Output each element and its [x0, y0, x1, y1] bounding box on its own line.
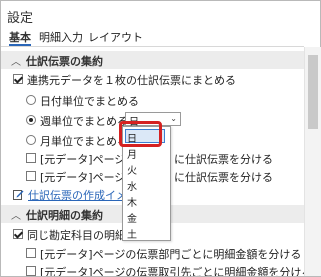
- radio-daily[interactable]: [26, 95, 36, 105]
- weekday-option-sat[interactable]: 土: [127, 226, 137, 241]
- chevron-up-icon: ︿: [11, 211, 21, 222]
- partner-checkbox[interactable]: [26, 266, 36, 276]
- radio-weekly[interactable]: [26, 115, 36, 125]
- tab-basic[interactable]: 基本: [9, 29, 31, 45]
- chevron-up-icon: ︿: [11, 57, 21, 68]
- dept-checkbox[interactable]: [26, 248, 36, 258]
- radio-daily-label: 日付単位でまとめる: [40, 95, 139, 108]
- radio-monthly-label: 月単位でまとめる: [40, 135, 128, 148]
- partner-label: [元データ]ページの伝票取引先ごとに明細金額を分ける: [40, 266, 304, 276]
- highlight-callout: [119, 121, 162, 147]
- weekday-option-tue[interactable]: 火: [127, 162, 137, 177]
- weekday-option-thu[interactable]: 木: [127, 194, 137, 209]
- weekday-option-fri[interactable]: 金: [127, 210, 137, 225]
- section-title: 仕訳明細の集約: [26, 209, 103, 222]
- split-label-2-tail: に仕訳伝票を分ける: [174, 171, 273, 184]
- split-checkbox-2[interactable]: [26, 171, 36, 181]
- split-checkbox-1[interactable]: [26, 153, 36, 163]
- merge-checkbox[interactable]: [13, 74, 23, 84]
- merge-label: 連携元データを１枚の仕訳伝票にまとめる: [27, 74, 236, 87]
- pencil-edit-icon: [13, 190, 24, 200]
- weekday-option-mon[interactable]: 月: [127, 146, 137, 161]
- radio-monthly[interactable]: [26, 135, 36, 145]
- vertical-scrollbar[interactable]: [304, 47, 321, 276]
- scrollbar-thumb[interactable]: [308, 55, 318, 129]
- same-account-checkbox[interactable]: [13, 229, 23, 239]
- window-title: 設定: [7, 11, 34, 26]
- weekday-option-wed[interactable]: 水: [127, 178, 137, 193]
- settings-window: 設定 基本 明細入力 レイアウト ︿ 仕訳伝票の集約 連携元データを１枚の仕訳伝…: [0, 0, 321, 277]
- radio-weekly-label: 週単位でまとめる: [40, 115, 128, 128]
- section-journal-aggregation-header[interactable]: ︿ 仕訳伝票の集約: [1, 51, 304, 69]
- tab-detail-input[interactable]: 明細入力: [39, 29, 83, 45]
- tab-layout[interactable]: レイアウト: [88, 29, 143, 45]
- chevron-down-icon: ⌄: [170, 114, 177, 123]
- dept-label: [元データ]ページの伝票部門ごとに明細金額を分ける: [40, 248, 302, 261]
- section-title: 仕訳伝票の集約: [26, 55, 103, 68]
- split-label-1-tail: に仕訳伝票を分ける: [174, 153, 273, 166]
